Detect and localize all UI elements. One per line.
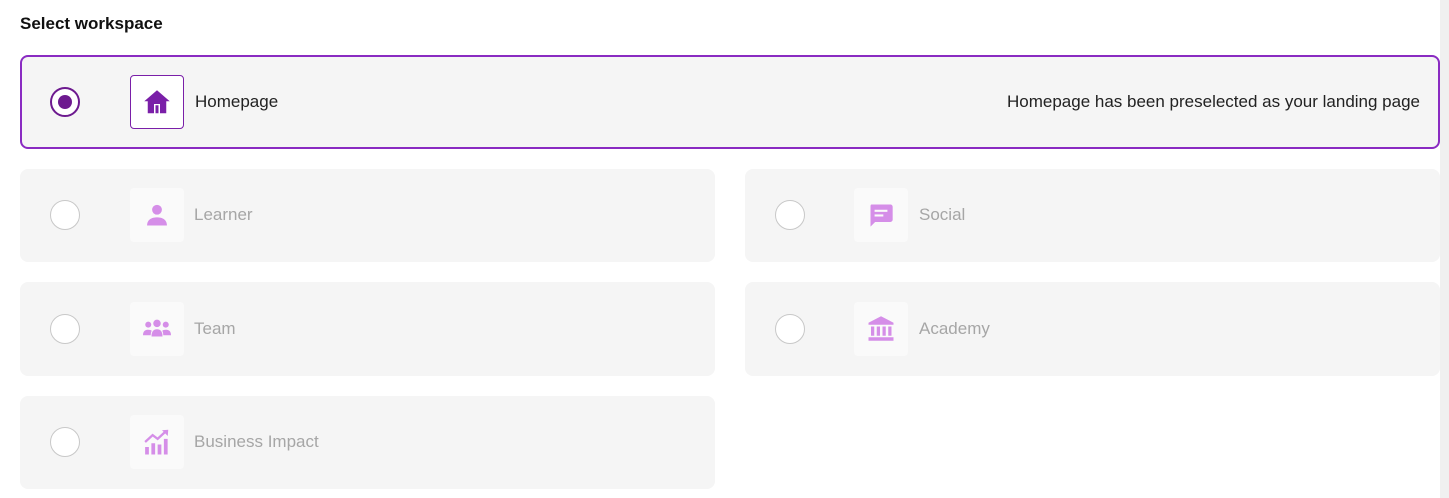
workspace-card-business-impact[interactable]: Business Impact [20, 396, 715, 489]
workspace-icon-box-team [130, 302, 184, 356]
workspace-card-learner[interactable]: Learner [20, 169, 715, 262]
workspace-radio-business-impact[interactable] [50, 427, 80, 457]
workspace-icon-box-academy [854, 302, 908, 356]
workspace-label-team: Team [194, 319, 236, 338]
workspace-card-team[interactable]: Team [20, 282, 715, 376]
page-title: Select workspace [20, 14, 163, 33]
workspace-icon-box-homepage [130, 75, 184, 129]
workspace-radio-academy[interactable] [775, 314, 805, 344]
workspace-radio-social[interactable] [775, 200, 805, 230]
workspace-label-homepage: Homepage [195, 92, 279, 111]
institution-icon [866, 314, 896, 344]
chart-trend-icon [142, 427, 172, 457]
workspace-label-learner: Learner [194, 205, 253, 224]
workspace-radio-homepage[interactable] [50, 87, 80, 117]
workspace-label-academy: Academy [919, 319, 990, 338]
scrollbar-track[interactable] [1440, 0, 1449, 498]
landing-page-note: Homepage has been preselected as your la… [1006, 92, 1420, 111]
workspace-label-business-impact: Business Impact [194, 432, 319, 451]
workspace-label-social: Social [919, 205, 966, 224]
workspace-icon-box-learner [130, 188, 184, 242]
workspace-card-social[interactable]: Social [745, 169, 1440, 262]
chat-icon [867, 201, 895, 229]
home-icon [142, 87, 172, 117]
workspace-radio-learner[interactable] [50, 200, 80, 230]
workspace-radio-team[interactable] [50, 314, 80, 344]
workspace-icon-box-social [854, 188, 908, 242]
workspace-card-academy[interactable]: Academy [745, 282, 1440, 376]
workspace-icon-box-business-impact [130, 415, 184, 469]
person-icon [143, 201, 171, 229]
group-icon [142, 314, 172, 344]
workspace-card-homepage[interactable]: Homepage Homepage has been preselected a… [20, 55, 1440, 149]
